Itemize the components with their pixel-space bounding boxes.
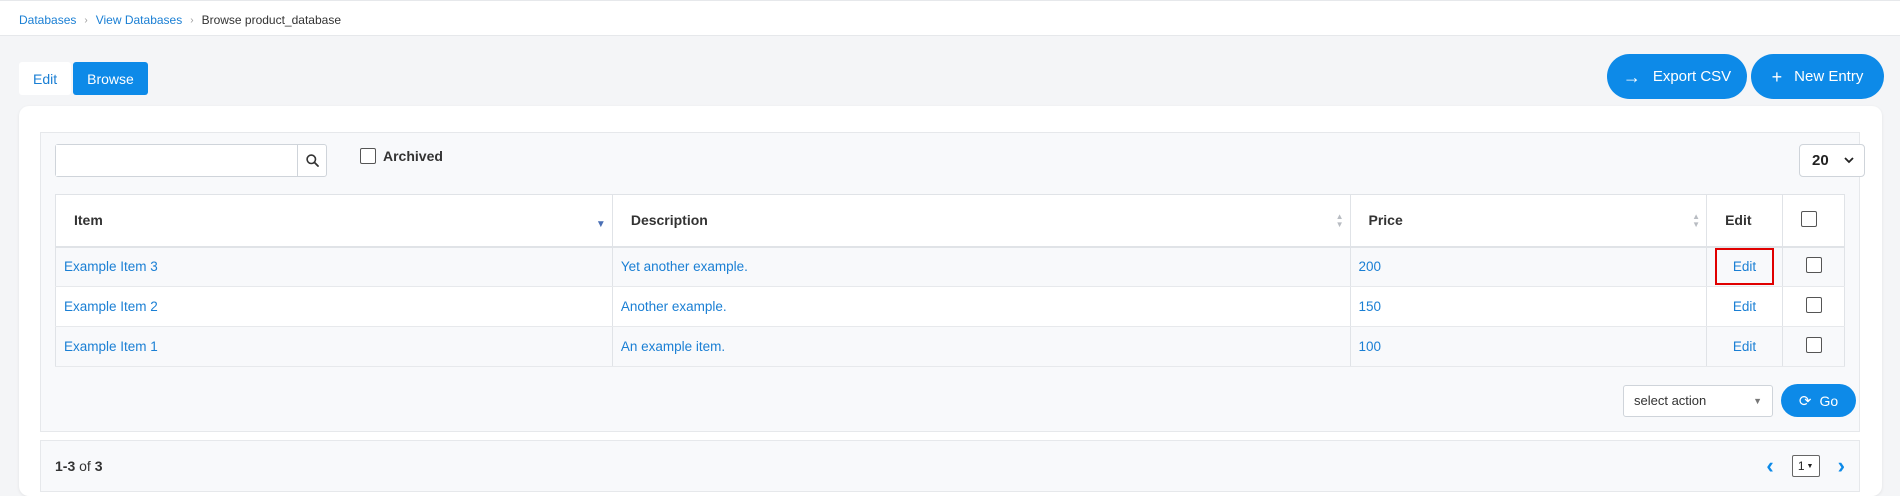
new-entry-label: New Entry bbox=[1794, 68, 1864, 85]
bulk-action-label: select action bbox=[1634, 393, 1707, 408]
breadcrumb-separator-icon: › bbox=[190, 14, 194, 26]
edit-link[interactable]: Edit bbox=[1715, 248, 1775, 286]
table-row: Example Item 2 Another example. 150 Edit bbox=[55, 286, 1845, 327]
bulk-actions: select action ▼ ⟳ Go bbox=[1623, 384, 1856, 417]
table-header-row: Item ▼ Description ▲ ▼ Price ▲ ▼ Edit bbox=[55, 194, 1845, 248]
page-select[interactable]: 1 ▼ bbox=[1791, 455, 1820, 477]
column-header-select-all bbox=[1782, 194, 1845, 248]
table-footer: 1-3 of 3 ‹ 1 ▼ › bbox=[40, 440, 1860, 492]
go-button[interactable]: ⟳ Go bbox=[1781, 384, 1856, 417]
column-header-price[interactable]: Price ▲ ▼ bbox=[1350, 194, 1708, 248]
column-header-item[interactable]: Item ▼ bbox=[55, 194, 613, 248]
record-range: 1-3 bbox=[55, 458, 76, 474]
new-entry-button[interactable]: + New Entry bbox=[1751, 54, 1884, 99]
mode-tabs: Edit Browse bbox=[19, 62, 148, 95]
cell-description[interactable]: An example item. bbox=[612, 326, 1351, 367]
table-panel: Archived 20 Item ▼ Description ▲ ▼ Price… bbox=[40, 132, 1865, 432]
tab-edit[interactable]: Edit bbox=[19, 62, 72, 95]
column-label-item: Item bbox=[74, 212, 103, 229]
export-csv-label: Export CSV bbox=[1652, 68, 1732, 85]
top-bar: Databases › View Databases › Browse prod… bbox=[0, 0, 1900, 36]
search-icon bbox=[305, 154, 319, 167]
table-row: Example Item 1 An example item. 100 Edit bbox=[55, 326, 1845, 367]
breadcrumb-separator-icon: › bbox=[84, 14, 88, 26]
cell-description[interactable]: Yet another example. bbox=[612, 246, 1351, 287]
archived-label: Archived bbox=[383, 148, 443, 164]
refresh-icon: ⟳ bbox=[1798, 392, 1812, 410]
per-page-select[interactable]: 20 bbox=[1799, 144, 1865, 177]
chevron-left-icon[interactable]: ‹ bbox=[1760, 453, 1779, 479]
search-button[interactable] bbox=[297, 145, 326, 176]
row-checkbox[interactable] bbox=[1805, 337, 1822, 353]
chevron-right-icon[interactable]: › bbox=[1832, 453, 1851, 479]
column-header-description[interactable]: Description ▲ ▼ bbox=[612, 194, 1351, 248]
cell-item[interactable]: Example Item 2 bbox=[55, 286, 613, 327]
bulk-action-select[interactable]: select action ▼ bbox=[1623, 384, 1773, 417]
row-checkbox[interactable] bbox=[1805, 257, 1822, 274]
record-total: 3 bbox=[94, 458, 103, 474]
cell-price[interactable]: 100 bbox=[1350, 326, 1708, 367]
column-header-edit: Edit bbox=[1706, 194, 1784, 248]
column-label-description: Description bbox=[630, 212, 708, 229]
breadcrumb-view-databases[interactable]: View Databases bbox=[96, 13, 183, 27]
cell-price[interactable]: 150 bbox=[1350, 286, 1708, 327]
cell-select bbox=[1782, 246, 1845, 287]
search-box bbox=[55, 144, 327, 177]
caret-down-icon: ▼ bbox=[1753, 395, 1762, 406]
chevron-down-icon bbox=[1844, 157, 1854, 164]
archived-filter: Archived bbox=[360, 148, 443, 164]
edit-link[interactable]: Edit bbox=[1706, 286, 1784, 327]
cell-edit: Edit bbox=[1706, 246, 1784, 287]
export-csv-button[interactable]: → Export CSV bbox=[1607, 54, 1747, 99]
archived-checkbox[interactable] bbox=[360, 148, 376, 164]
breadcrumb: Databases › View Databases › Browse prod… bbox=[19, 13, 341, 27]
table-row: Example Item 3 Yet another example. 200 … bbox=[55, 246, 1845, 287]
data-table: Item ▼ Description ▲ ▼ Price ▲ ▼ Edit Ex… bbox=[55, 194, 1845, 367]
breadcrumb-databases[interactable]: Databases bbox=[19, 13, 76, 27]
sort-icon: ▲ ▼ bbox=[1335, 212, 1344, 229]
search-input[interactable] bbox=[56, 145, 298, 176]
row-checkbox[interactable] bbox=[1805, 297, 1822, 313]
cell-select bbox=[1782, 286, 1845, 327]
record-count: 1-3 of 3 bbox=[55, 458, 103, 474]
breadcrumb-current: Browse product_database bbox=[201, 13, 341, 27]
edit-link[interactable]: Edit bbox=[1706, 326, 1784, 367]
per-page-value: 20 bbox=[1812, 152, 1829, 169]
plus-icon: + bbox=[1771, 66, 1783, 87]
cell-select bbox=[1782, 326, 1845, 367]
page-number: 1 bbox=[1797, 459, 1805, 473]
chevron-down-icon: ▼ bbox=[1806, 462, 1814, 470]
pagination: ‹ 1 ▼ › bbox=[1760, 453, 1851, 479]
cell-description[interactable]: Another example. bbox=[612, 286, 1351, 327]
tab-browse[interactable]: Browse bbox=[73, 62, 148, 95]
arrow-right-icon: → bbox=[1622, 66, 1641, 87]
select-all-checkbox[interactable] bbox=[1801, 210, 1818, 227]
cell-item[interactable]: Example Item 1 bbox=[55, 326, 613, 367]
cell-item[interactable]: Example Item 3 bbox=[55, 246, 613, 287]
cell-price[interactable]: 200 bbox=[1350, 246, 1708, 287]
sort-icon: ▲ ▼ bbox=[1692, 212, 1701, 229]
browse-card: Archived 20 Item ▼ Description ▲ ▼ Price… bbox=[19, 106, 1882, 496]
record-of: of bbox=[79, 458, 91, 474]
go-label: Go bbox=[1819, 392, 1839, 409]
sort-desc-icon: ▼ bbox=[595, 219, 606, 230]
column-label-price: Price bbox=[1368, 212, 1403, 229]
